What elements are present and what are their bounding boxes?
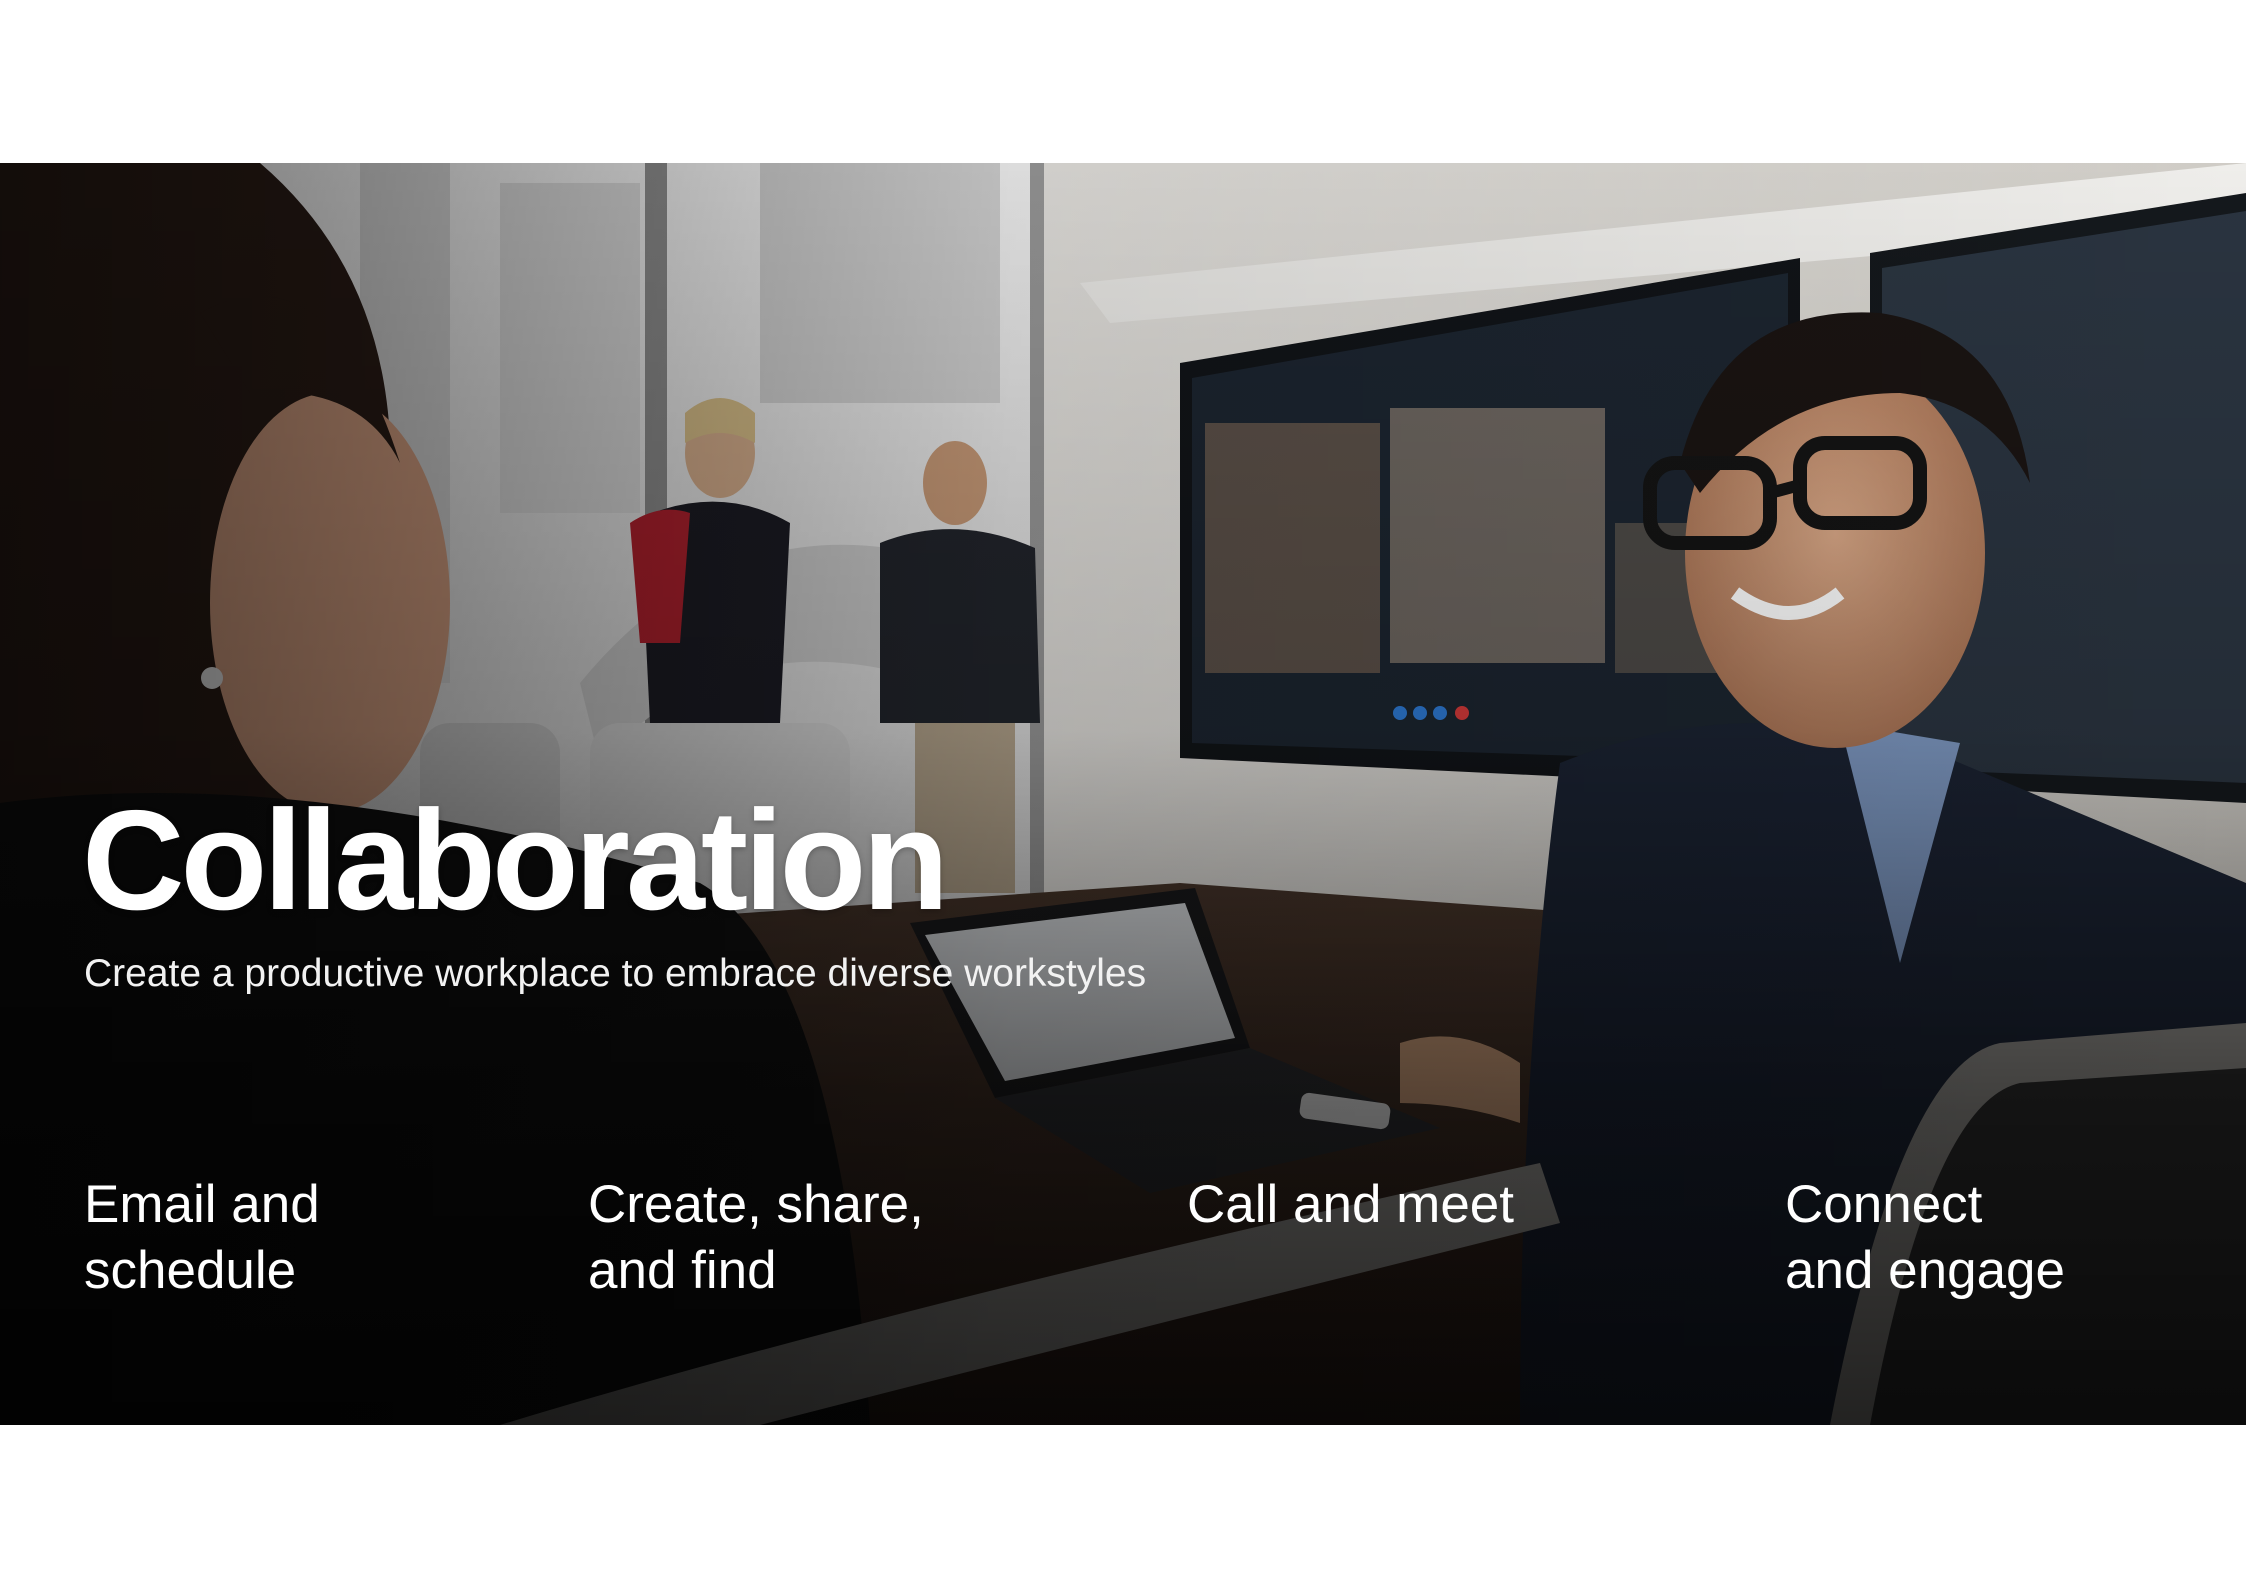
feature-line: Call and meet: [1187, 1175, 1515, 1234]
feature-call-meet: Call and meet: [1187, 1172, 1687, 1238]
page-subtitle: Create a productive workplace to embrace…: [84, 952, 1147, 995]
page-title: Collaboration: [82, 781, 949, 940]
feature-line: schedule: [84, 1241, 297, 1300]
feature-line: Connect: [1785, 1175, 1983, 1234]
feature-line: and engage: [1785, 1241, 2066, 1300]
feature-create-share-find: Create, share, and find: [588, 1172, 1088, 1304]
feature-email-schedule: Email and schedule: [84, 1172, 584, 1304]
feature-line: Email and: [84, 1175, 320, 1234]
slide: Collaboration Create a productive workpl…: [0, 0, 2246, 1588]
feature-connect-engage: Connect and engage: [1785, 1172, 2246, 1304]
feature-line: and find: [588, 1241, 777, 1300]
feature-line: Create, share,: [588, 1175, 924, 1234]
